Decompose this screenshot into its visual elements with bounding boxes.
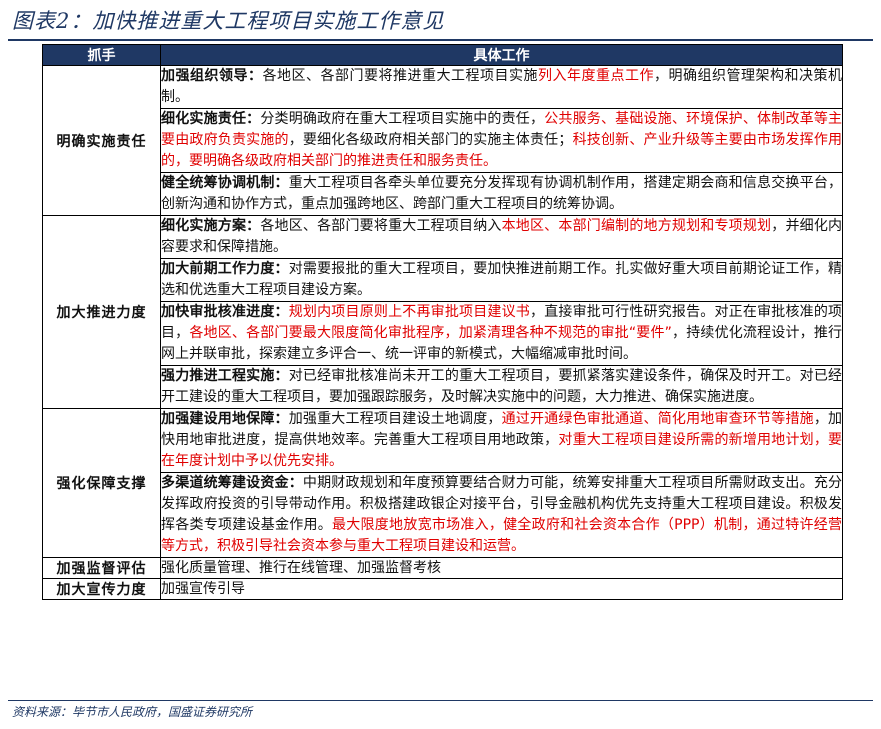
table-row: 强化保障支撑 加强建设用地保障：加强重大工程项目建设土地调度，通过开通绿色审批通道… (42, 408, 843, 558)
category-cell: 加大宣传力度 (42, 578, 161, 600)
work-item-lead: 加快审批核准进度： (161, 304, 289, 320)
table-row: 加大推进力度 细化实施方案：各地区、各部门要将重大工程项目纳入本地区、本部门编制的… (42, 215, 843, 409)
highlighted-text: 各地区、各部门要最大限度简化审批程序，加紧清理各种不规范的审批“要件” (189, 325, 672, 341)
header-handle: 抓手 (42, 44, 161, 66)
policy-table: 抓手 具体工作 明确实施责任 加强组织领导：各地区、各部门要将推进重大工程项目实施… (42, 44, 843, 600)
work-item-cell: 健全统筹协调机制：重大工程项目各牵头单位要充分发挥现有协调机制作用，搭建定期会商… (160, 172, 843, 216)
source-divider (8, 700, 873, 701)
category-cell: 强化保障支撑 (42, 408, 161, 558)
table-row: 加快审批核准进度：规划内项目原则上不再审批项目建议书，直接审批可行性研究报告。对… (43, 301, 843, 366)
category-cell: 加大推进力度 (42, 215, 161, 409)
work-item-lead: 细化实施责任： (161, 111, 261, 127)
table-row: 加大前期工作力度：对需要报批的重大工程项目，要加快推进前期工作。扎实做好重大项目… (43, 258, 843, 302)
table-row: 细化实施责任：分类明确政府在重大工程项目实施中的责任，公共服务、基础设施、环境保… (43, 108, 843, 173)
category-cell: 明确实施责任 (42, 65, 161, 216)
table-row: 强力推进工程实施：对已经审批核准尚未开工的重大工程项目，要抓紧落实建设条件，确保… (43, 365, 843, 409)
table-row: 加大宣传力度 加强宣传引导 (42, 578, 843, 600)
body-text: 加强重大工程项目建设土地调度， (288, 411, 502, 427)
work-item-lead: 加强建设用地保障： (161, 411, 289, 427)
work-item-cell: 强化质量管理、推行在线管理、加强监督考核 (160, 557, 843, 579)
work-item-cell: 强力推进工程实施：对已经审批核准尚未开工的重大工程项目，要抓紧落实建设条件，确保… (160, 365, 843, 409)
table-row: 健全统筹协调机制：重大工程项目各牵头单位要充分发挥现有协调机制作用，搭建定期会商… (43, 172, 843, 216)
work-item-lead: 加大前期工作力度： (161, 261, 289, 277)
highlighted-text: 本地区、本部门编制的地方规划和专项规划 (501, 218, 772, 234)
body-text: 分类明确政府在重大工程项目实施中的责任， (260, 111, 545, 127)
title-divider (8, 39, 873, 41)
header-specific-work: 具体工作 (160, 44, 843, 66)
work-item-lead: 加强组织领导： (161, 68, 263, 84)
work-item-lead: 强力推进工程实施： (161, 368, 289, 384)
highlighted-text: 通过开通绿色审批通道、简化用地审查环节等措施 (501, 411, 814, 427)
work-item-cell: 细化实施方案：各地区、各部门要将重大工程项目纳入本地区、本部门编制的地方规划和专… (160, 215, 843, 259)
work-item-cell: 加快审批核准进度：规划内项目原则上不再审批项目建议书，直接审批可行性研究报告。对… (160, 301, 843, 366)
figure-title: 图表2：加快推进重大工程项目实施工作意见 (12, 9, 445, 33)
body-text: 各地区、各部门要将推进重大工程项目实施 (262, 68, 539, 84)
work-item-cell: 加强宣传引导 (160, 578, 843, 600)
table-row: 多渠道统筹建设资金：中期财政规划和年度预算要结合财力可能，统筹安排重大工程项目所… (43, 472, 843, 558)
table-header-row: 抓手 具体工作 (42, 44, 843, 66)
highlighted-text: 规划内项目原则上不再审批项目建议书 (288, 304, 530, 320)
body-text: 强化质量管理、推行在线管理、加强监督考核 (161, 560, 441, 576)
table-row: 加强监督评估 强化质量管理、推行在线管理、加强监督考核 (42, 557, 843, 579)
work-item-cell: 加强建设用地保障：加强重大工程项目建设土地调度，通过开通绿色审批通道、简化用地审… (160, 408, 843, 473)
work-item-cell: 加强组织领导：各地区、各部门要将推进重大工程项目实施列入年度重点工作，明确组织管… (160, 65, 843, 109)
work-item-cell: 多渠道统筹建设资金：中期财政规划和年度预算要结合财力可能，统筹安排重大工程项目所… (160, 472, 843, 558)
work-item-cell: 加大前期工作力度：对需要报批的重大工程项目，要加快推进前期工作。扎实做好重大项目… (160, 258, 843, 302)
work-item-cell: 细化实施责任：分类明确政府在重大工程项目实施中的责任，公共服务、基础设施、环境保… (160, 108, 843, 173)
work-item-lead: 多渠道统筹建设资金： (161, 475, 303, 491)
category-cell: 加强监督评估 (42, 557, 161, 579)
table-row: 明确实施责任 加强组织领导：各地区、各部门要将推进重大工程项目实施列入年度重点工作… (42, 65, 843, 216)
highlighted-text: 列入年度重点工作 (538, 68, 654, 84)
work-item-lead: 健全统筹协调机制： (161, 175, 289, 191)
body-text: 加强宣传引导 (161, 581, 245, 597)
body-text: 各地区、各部门要将重大工程项目纳入 (260, 218, 502, 234)
work-item-lead: 细化实施方案： (161, 218, 261, 234)
table-body: 明确实施责任 加强组织领导：各地区、各部门要将推进重大工程项目实施列入年度重点工作… (42, 65, 843, 600)
source-note: 资料来源：毕节市人民政府，国盛证券研究所 (12, 705, 253, 719)
body-text: ，要细化各级政府相关部门的实施主体责任； (288, 132, 573, 148)
